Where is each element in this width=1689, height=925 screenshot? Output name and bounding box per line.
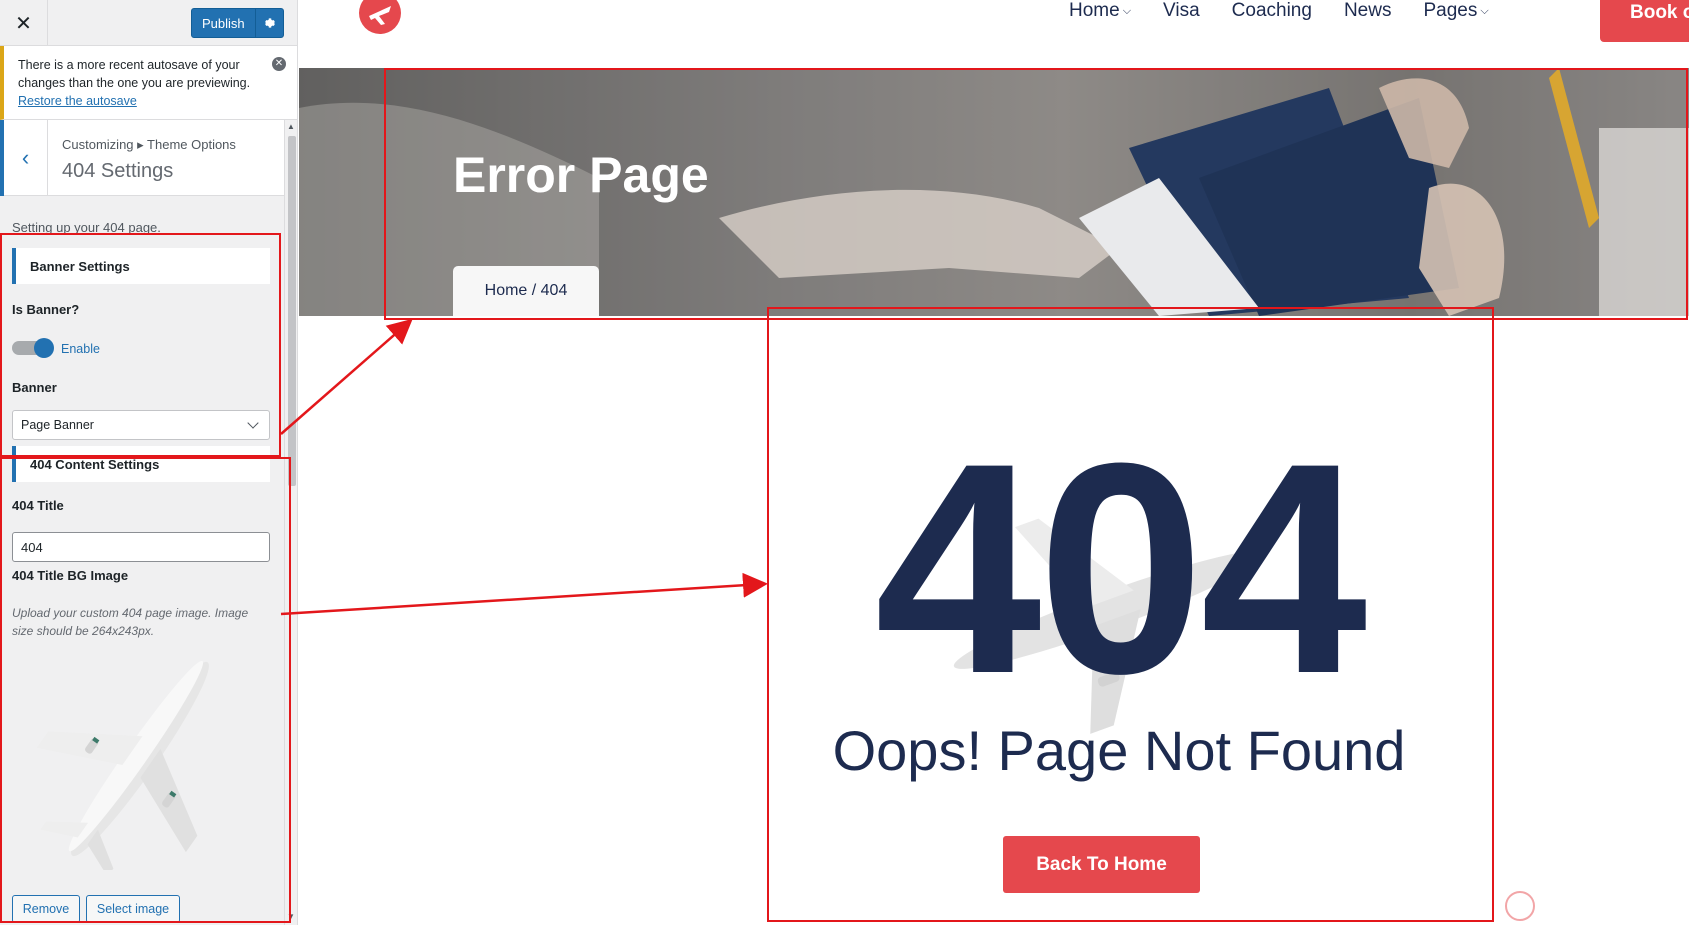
section-header: ‹ Customizing ▸ Theme Options 404 Settin… — [0, 120, 284, 196]
nav-item-coaching[interactable]: Coaching — [1232, 0, 1312, 22]
nav-pages-label: Pages — [1423, 0, 1478, 21]
nav-item-home[interactable]: Home ⌵ — [1069, 0, 1131, 22]
section-title: 404 Settings — [62, 160, 174, 182]
nav-visa-label: Visa — [1163, 0, 1200, 21]
dismiss-notice-icon[interactable]: ✕ — [272, 57, 286, 71]
annotation-box-404-preview — [767, 307, 1494, 922]
nav-home-label: Home — [1069, 0, 1120, 21]
back-button[interactable]: ‹ — [0, 120, 48, 196]
book-button[interactable]: Book o — [1600, 0, 1689, 42]
nav-coaching-label: Coaching — [1231, 0, 1312, 21]
chevron-down-icon: ⌵ — [1480, 4, 1489, 17]
autosave-notice: There is a more recent autosave of your … — [0, 46, 297, 120]
chevron-left-icon: ‹ — [21, 145, 30, 170]
gear-icon — [264, 18, 275, 28]
airplane-logo-icon — [369, 6, 391, 25]
close-icon: ✕ — [15, 12, 32, 35]
scroll-up-icon[interactable]: ▲ — [287, 122, 295, 131]
site-logo[interactable] — [359, 0, 401, 34]
publish-settings-button[interactable] — [255, 9, 283, 37]
scrollbar-thumb[interactable] — [288, 136, 296, 486]
annotation-box-content-settings — [0, 457, 291, 923]
breadcrumb: Customizing ▸ Theme Options — [62, 137, 236, 152]
annotation-box-banner-settings — [0, 233, 281, 457]
close-customizer-button[interactable]: ✕ — [0, 0, 48, 46]
nav-news-label: News — [1343, 0, 1392, 21]
publish-label: Publish — [202, 15, 245, 31]
loading-spinner-icon — [1505, 891, 1535, 921]
customizer-header: ✕ Publish — [0, 0, 297, 46]
annotation-box-banner-preview — [384, 68, 1688, 320]
publish-button[interactable]: Publish — [191, 8, 284, 38]
autosave-notice-text: There is a more recent autosave of your … — [18, 58, 251, 90]
nav-item-visa[interactable]: Visa — [1163, 0, 1200, 22]
nav-item-news[interactable]: News — [1344, 0, 1392, 22]
nav-item-pages[interactable]: Pages ⌵ — [1423, 0, 1488, 22]
chevron-down-icon: ⌵ — [1122, 4, 1132, 17]
restore-autosave-link[interactable]: Restore the autosave — [18, 94, 137, 108]
site-nav: Home ⌵ Visa Coaching News Pages ⌵ — [1069, 0, 1489, 22]
